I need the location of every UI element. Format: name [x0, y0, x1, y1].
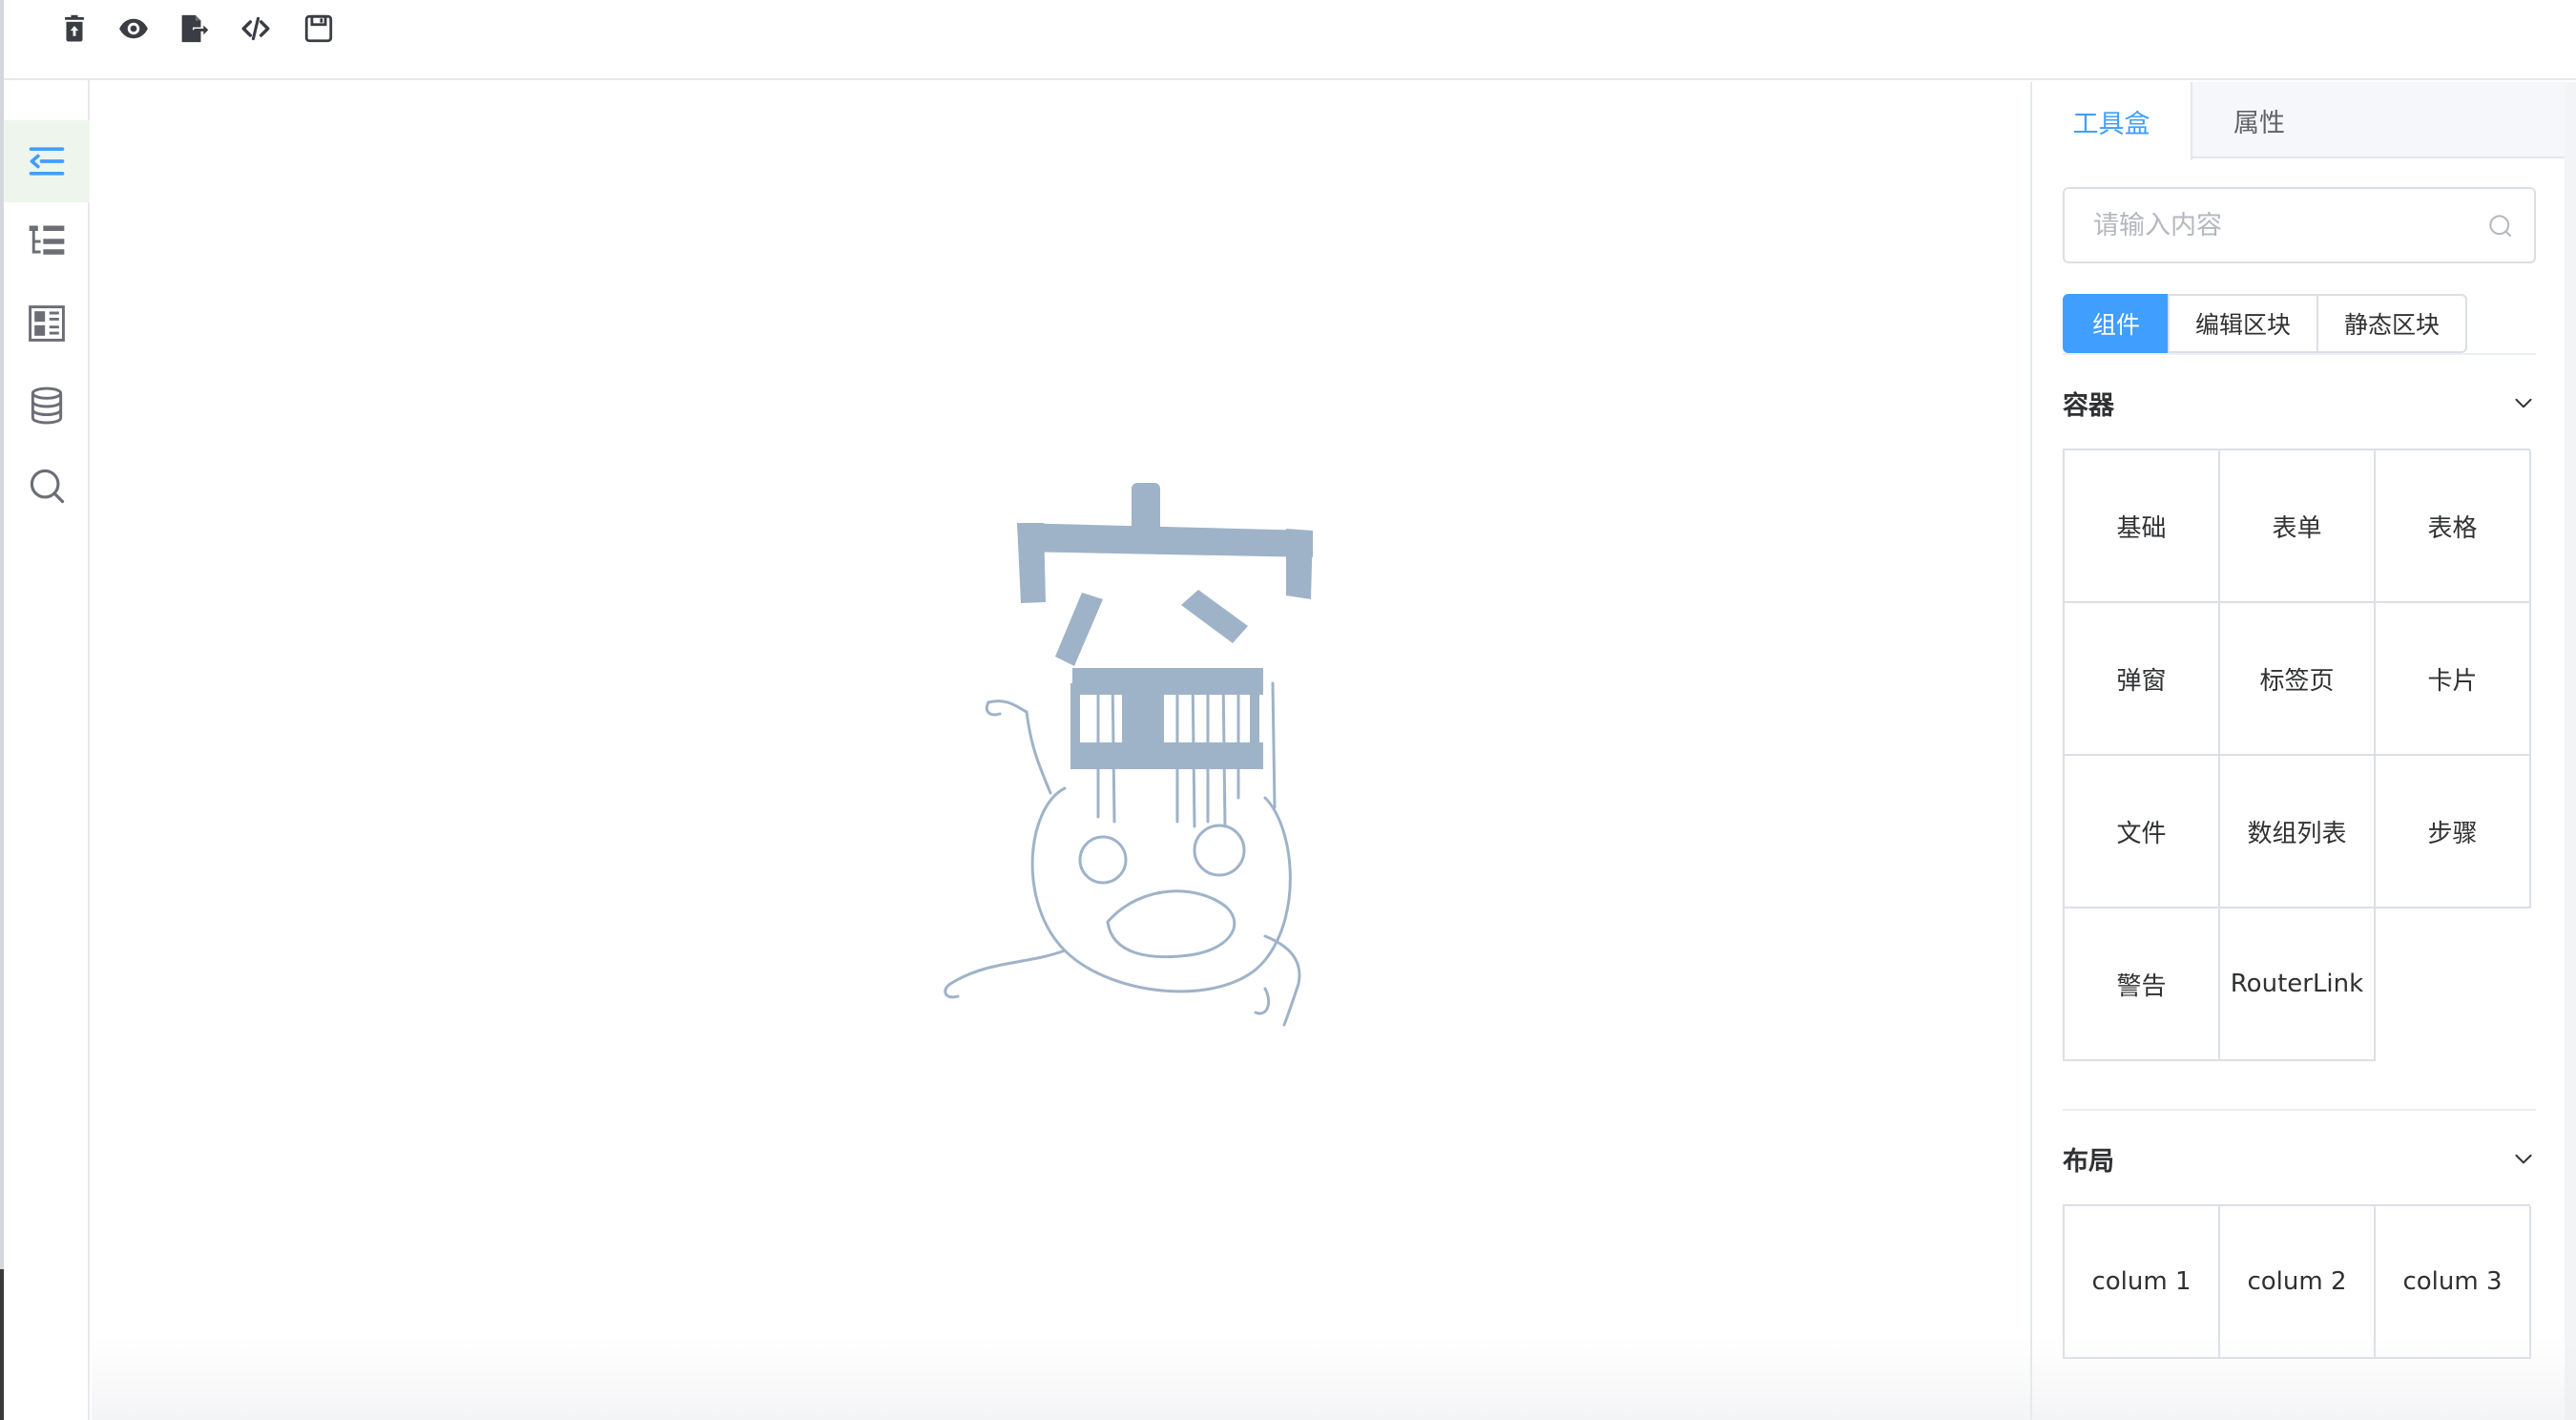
panel-tabs: 工具盒 属性 — [2032, 82, 2565, 160]
component-item-file[interactable]: 文件 — [2065, 756, 2220, 908]
database-icon — [31, 386, 63, 425]
design-canvas[interactable] — [92, 82, 2030, 1420]
clear-button[interactable] — [55, 10, 93, 48]
segment-edit-blocks[interactable]: 编辑区块 — [2168, 294, 2318, 353]
right-panel: 工具盒 属性 组件 编辑区块 静态区块 容器 基础 表单 表格 弹窗 标签页 卡… — [2030, 82, 2565, 1420]
component-item-alert[interactable]: 警告 — [2065, 908, 2220, 1061]
component-search — [2063, 187, 2536, 263]
component-item-tabs[interactable]: 标签页 — [2220, 603, 2376, 756]
rail-layout-blocks[interactable] — [4, 282, 90, 365]
segment-components[interactable]: 组件 — [2063, 294, 2170, 353]
empty-canvas-illustration — [944, 483, 1313, 1027]
section-title: 布局 — [2063, 1146, 2114, 1177]
tree-structure-icon — [29, 225, 65, 255]
window-right-edge — [2565, 82, 2576, 1420]
rail-database[interactable] — [4, 365, 90, 447]
preview-icon — [119, 18, 148, 39]
component-item-card[interactable]: 卡片 — [2376, 603, 2531, 756]
preview-button[interactable] — [114, 10, 153, 48]
export-button[interactable] — [174, 10, 212, 48]
export-icon — [181, 14, 209, 43]
component-item-column-1[interactable]: colum 1 — [2065, 1206, 2220, 1359]
container-components-grid: 基础 表单 表格 弹窗 标签页 卡片 文件 数组列表 步骤 警告 RouterL… — [2063, 449, 2531, 1061]
rail-search[interactable] — [4, 445, 90, 527]
tab-toolbox[interactable]: 工具盒 — [2032, 82, 2192, 160]
clear-icon — [65, 14, 84, 42]
section-header-layout[interactable]: 布局 — [2063, 1130, 2536, 1187]
component-item-steps[interactable]: 步骤 — [2376, 756, 2531, 908]
component-item-form[interactable]: 表单 — [2220, 450, 2376, 603]
section-title: 容器 — [2063, 390, 2114, 421]
segment-static-blocks[interactable]: 静态区块 — [2316, 294, 2467, 353]
chevron-down-icon — [2515, 1154, 2532, 1164]
component-item-array-list[interactable]: 数组列表 — [2220, 756, 2376, 908]
search-icon — [30, 469, 65, 504]
component-item-table[interactable]: 表格 — [2376, 450, 2531, 603]
category-segmented-control: 组件 编辑区块 静态区块 — [2063, 294, 2467, 353]
code-button[interactable] — [237, 10, 275, 48]
rail-tree-structure[interactable] — [4, 200, 90, 282]
save-button[interactable] — [300, 10, 338, 48]
component-item-dialog[interactable]: 弹窗 — [2065, 603, 2220, 756]
collapse-menu-icon — [29, 147, 65, 176]
section-header-containers[interactable]: 容器 — [2063, 374, 2536, 431]
layout-blocks-icon — [29, 305, 65, 342]
layout-components-grid: colum 1 colum 2 colum 3 — [2063, 1204, 2531, 1359]
search-icon[interactable] — [2486, 212, 2515, 240]
component-item-column-2[interactable]: colum 2 — [2220, 1206, 2376, 1359]
save-icon — [304, 14, 333, 43]
top-toolbar — [4, 0, 2576, 80]
left-rail — [4, 80, 90, 1420]
tab-properties[interactable]: 属性 — [2192, 82, 2326, 158]
chevron-down-icon — [2515, 398, 2532, 408]
divider — [2063, 353, 2536, 355]
rail-collapse-menu[interactable] — [4, 120, 90, 202]
search-input[interactable] — [2065, 189, 2484, 261]
component-item-basic[interactable]: 基础 — [2065, 450, 2220, 603]
component-item-router-link[interactable]: RouterLink — [2220, 908, 2376, 1061]
component-item-column-3[interactable]: colum 3 — [2376, 1206, 2531, 1359]
editor-app: 工具盒 属性 组件 编辑区块 静态区块 容器 基础 表单 表格 弹窗 标签页 卡… — [0, 0, 2576, 1420]
divider — [2063, 1109, 2536, 1111]
code-icon — [241, 16, 270, 41]
